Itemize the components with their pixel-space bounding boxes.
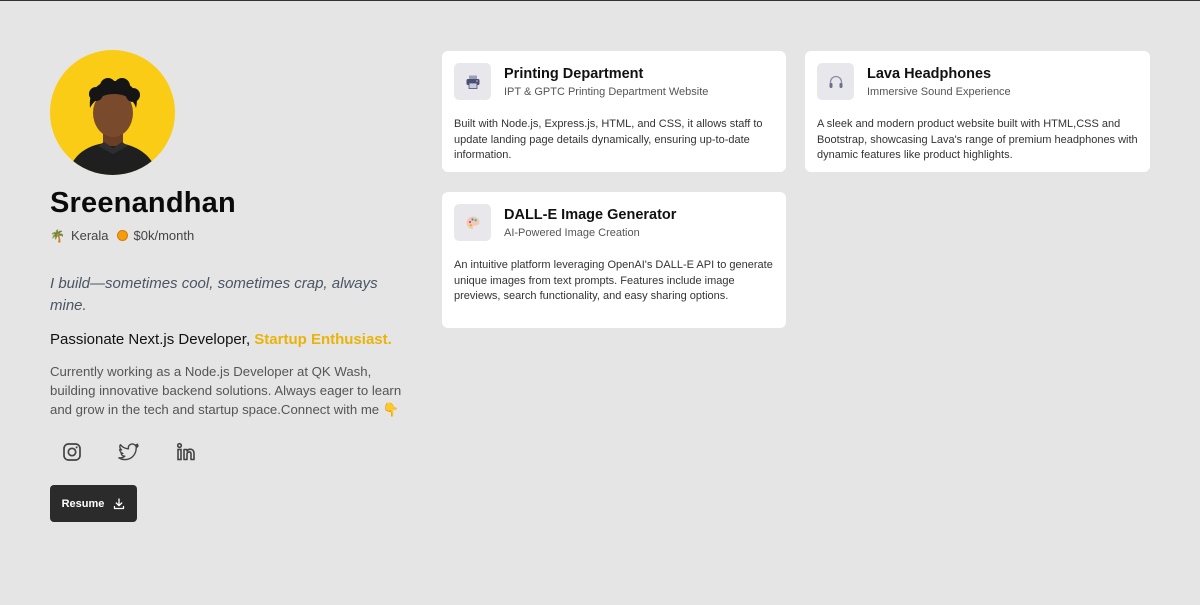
card-titles: Lava Headphones Immersive Sound Experien… xyxy=(867,66,1011,98)
card-icon-box xyxy=(817,63,854,100)
linkedin-link[interactable] xyxy=(173,439,199,465)
card-description: Built with Node.js, Express.js, HTML, an… xyxy=(454,118,763,161)
card-description: A sleek and modern product website built… xyxy=(817,118,1138,161)
profile-meta: 🌴 Kerala $0k/month xyxy=(50,228,410,243)
avatar xyxy=(50,50,175,175)
project-card-dall-e-generator[interactable]: DALL-E Image Generator AI-Powered Image … xyxy=(442,192,786,328)
linkedin-icon xyxy=(176,442,195,461)
project-card-lava-headphones[interactable]: Lava Headphones Immersive Sound Experien… xyxy=(805,51,1150,172)
card-titles: Printing Department IPT & GPTC Printing … xyxy=(504,66,708,98)
palette-icon xyxy=(466,216,479,229)
card-header: DALL-E Image Generator AI-Powered Image … xyxy=(454,204,774,241)
card-icon-box xyxy=(454,63,491,100)
project-card-printing-department[interactable]: Printing Department IPT & GPTC Printing … xyxy=(442,51,786,172)
instagram-link[interactable] xyxy=(59,439,85,465)
top-border xyxy=(0,0,1200,1)
printer-icon xyxy=(466,75,479,89)
profile-name: Sreenandhan xyxy=(50,187,236,219)
bio: Currently working as a Node.js Developer… xyxy=(50,364,402,417)
card-subtitle: Immersive Sound Experience xyxy=(867,86,1011,98)
coin-icon xyxy=(116,230,128,241)
instagram-icon xyxy=(63,443,81,461)
avatar-photo xyxy=(68,78,158,175)
card-subtitle: AI-Powered Image Creation xyxy=(504,227,640,239)
income-label: $0k/month xyxy=(133,228,195,243)
role-prefix: Passionate Next.js Developer, xyxy=(50,331,251,348)
headphones-icon xyxy=(829,75,842,88)
card-title: Lava Headphones xyxy=(867,66,992,82)
card-title: Printing Department xyxy=(504,66,644,82)
resume-button[interactable]: Resume xyxy=(50,485,137,522)
role-accent: Startup Enthusiast. xyxy=(254,331,392,348)
card-title: DALL-E Image Generator xyxy=(504,207,677,223)
twitter-link[interactable] xyxy=(116,439,142,465)
location-label: Kerala xyxy=(70,228,109,243)
social-links xyxy=(50,439,410,465)
download-icon xyxy=(114,497,125,509)
income: $0k/month xyxy=(116,228,195,243)
role-line: Passionate Next.js Developer, Startup En… xyxy=(50,331,410,348)
profile-section: Sreenandhan 🌴 Kerala $0k/month I build—s… xyxy=(50,50,410,522)
card-header: Lava Headphones Immersive Sound Experien… xyxy=(817,63,1138,100)
card-header: Printing Department IPT & GPTC Printing … xyxy=(454,63,774,100)
tagline: I build—sometimes cool, sometimes crap, … xyxy=(50,275,378,314)
location: 🌴 Kerala xyxy=(50,228,109,243)
card-titles: DALL-E Image Generator AI-Powered Image … xyxy=(504,207,676,239)
resume-label: Resume xyxy=(61,497,105,510)
card-description: An intuitive platform leveraging OpenAI'… xyxy=(454,259,773,302)
card-subtitle: IPT & GPTC Printing Department Website xyxy=(504,86,709,98)
palm-tree-icon: 🌴 xyxy=(50,228,65,243)
card-icon-box xyxy=(454,204,491,241)
twitter-icon xyxy=(118,443,139,461)
